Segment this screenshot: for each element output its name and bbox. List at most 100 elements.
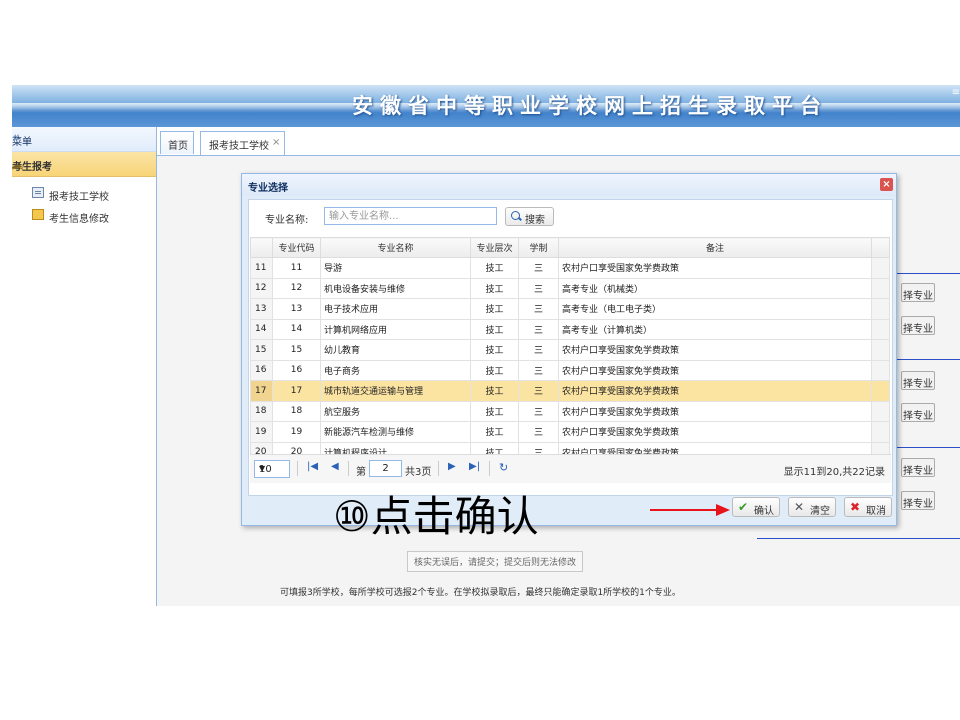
row-number-cell: 14 <box>250 318 273 340</box>
major-name-cell: 电子商务 <box>320 359 471 381</box>
select-major-button[interactable]: 择专业 <box>901 491 935 510</box>
column-header[interactable]: 备注 <box>558 237 872 258</box>
scrollbar-track[interactable] <box>871 359 890 381</box>
major-note-cell: 农村户口享受国家免学费政策 <box>558 257 872 279</box>
divider <box>897 447 960 448</box>
search-button[interactable]: 搜索 <box>505 207 554 226</box>
check-icon: ✔ <box>738 500 749 514</box>
major-table: 专业代码 专业名称 专业层次 学制 备注 11 11 导游 技工三农村户口享受国家免学… <box>250 237 890 463</box>
scrollbar-track[interactable] <box>871 421 890 443</box>
select-major-button[interactable]: 择专业 <box>901 316 935 335</box>
table-row[interactable]: 18 18 航空服务 技工三农村户口享受国家免学费政策 <box>250 400 890 422</box>
close-icon[interactable]: × <box>880 178 893 191</box>
select-major-button[interactable]: 择专业 <box>901 283 935 302</box>
table-row[interactable]: 11 11 导游 技工三农村户口享受国家免学费政策 <box>250 257 890 279</box>
page-number-input[interactable]: 2 <box>369 460 402 477</box>
major-level-cell: 技工 <box>470 380 519 402</box>
scrollbar-track[interactable] <box>871 257 890 279</box>
column-header[interactable]: 学制 <box>518 237 559 258</box>
sidebar-item-label: 考生信息修改 <box>49 214 109 225</box>
major-years-cell: 三 <box>518 400 559 422</box>
dialog-header: 专业选择 × <box>242 174 896 196</box>
divider <box>897 359 960 360</box>
major-years-cell: 三 <box>518 359 559 381</box>
major-select-dialog: 专业选择 × 专业名称: 搜索 专业代码 专业名称 专业层次 学制 备注 <box>241 173 897 526</box>
submit-note-button[interactable]: 核实无误后，请提交；提交后则无法修改 <box>407 551 584 572</box>
table-row[interactable]: 12 12 机电设备安装与维修 技工三高考专业（机械类） <box>250 277 890 299</box>
list-icon <box>32 187 44 198</box>
major-name-cell: 机电设备安装与维修 <box>320 277 471 299</box>
column-header[interactable]: 专业代码 <box>272 237 321 258</box>
chevron-down-icon: ▼ <box>259 464 266 473</box>
tab-label: 报考技工学校 <box>209 141 269 152</box>
confirm-button[interactable]: ✔ 确认 <box>732 497 780 517</box>
column-header[interactable]: 专业层次 <box>470 237 519 258</box>
major-code-cell: 17 <box>272 380 321 402</box>
column-header[interactable]: 专业名称 <box>320 237 471 258</box>
table-header-row: 专业代码 专业名称 专业层次 学制 备注 <box>250 237 890 258</box>
double-chevron-up-icon[interactable]: ︽ <box>12 156 150 172</box>
major-code-cell: 19 <box>272 421 321 443</box>
major-note-cell: 高考专业（机械类） <box>558 277 872 299</box>
scrollbar-track[interactable] <box>871 400 890 422</box>
scrollbar-track[interactable] <box>871 318 890 340</box>
select-major-button[interactable]: 择专业 <box>901 403 935 422</box>
close-icon[interactable]: × <box>272 137 280 148</box>
refresh-icon[interactable]: ↻ <box>499 461 508 474</box>
pagination-bar: 10 ▼ |◀ ◀ 第 2 共3页 ▶ ▶| ↻ 显示11到20,共22记录 <box>250 454 891 483</box>
sidebar-item-apply-school[interactable]: 报考技工学校 <box>32 183 156 205</box>
column-header <box>250 237 273 258</box>
next-page-icon[interactable]: ▶ <box>448 461 456 472</box>
row-number-cell: 16 <box>250 359 273 381</box>
major-level-cell: 技工 <box>470 318 519 340</box>
select-major-button[interactable]: 择专业 <box>901 371 935 390</box>
separator <box>348 461 349 476</box>
scrollbar-track[interactable] <box>871 339 890 361</box>
tab-apply-school[interactable]: 报考技工学校 × <box>200 131 285 155</box>
major-level-cell: 技工 <box>470 339 519 361</box>
major-years-cell: 三 <box>518 298 559 320</box>
scrollbar-track[interactable] <box>871 298 890 320</box>
major-code-cell: 13 <box>272 298 321 320</box>
scrollbar-track[interactable] <box>871 380 890 402</box>
major-note-cell: 农村户口享受国家免学费政策 <box>558 339 872 361</box>
arrow-right-icon <box>650 504 730 516</box>
major-note-cell: 高考专业（计算机类） <box>558 318 872 340</box>
sidebar-group-exam[interactable]: 考生报考 ︽ <box>12 152 156 177</box>
prev-page-icon[interactable]: ◀ <box>331 461 339 472</box>
first-page-icon[interactable]: |◀ <box>307 461 318 472</box>
major-code-cell: 11 <box>272 257 321 279</box>
major-name-cell: 新能源汽车检测与维修 <box>320 421 471 443</box>
major-level-cell: 技工 <box>470 277 519 299</box>
row-number-cell: 11 <box>250 257 273 279</box>
scrollbar-header <box>871 237 890 258</box>
menu-icon[interactable]: ≡ <box>952 87 960 98</box>
search-input[interactable] <box>324 207 497 225</box>
select-major-button[interactable]: 择专业 <box>901 458 935 477</box>
tab-home[interactable]: 首页 <box>160 131 194 154</box>
table-row[interactable]: 15 15 幼儿教育 技工三农村户口享受国家免学费政策 <box>250 339 890 361</box>
page-total: 共3页 <box>405 467 432 478</box>
major-code-cell: 14 <box>272 318 321 340</box>
major-code-cell: 18 <box>272 400 321 422</box>
scrollbar-track[interactable] <box>871 277 890 299</box>
table-row[interactable]: 19 19 新能源汽车检测与维修 技工三农村户口享受国家免学费政策 <box>250 421 890 443</box>
major-level-cell: 技工 <box>470 421 519 443</box>
major-note-cell: 农村户口享受国家免学费政策 <box>558 359 872 381</box>
table-row[interactable]: 17 17 城市轨道交通运输与管理 技工三农村户口享受国家免学费政策 <box>250 380 890 402</box>
x-icon: ✕ <box>794 500 805 514</box>
table-row[interactable]: 13 13 电子技术应用 技工三高考专业（电工电子类） <box>250 298 890 320</box>
clear-button[interactable]: ✕ 清空 <box>788 497 836 517</box>
major-code-cell: 15 <box>272 339 321 361</box>
last-page-icon[interactable]: ▶| <box>469 461 480 472</box>
edit-icon <box>32 209 44 220</box>
cancel-button[interactable]: ✖ 取消 <box>844 497 892 517</box>
table-row[interactable]: 14 14 计算机网络应用 技工三高考专业（计算机类） <box>250 318 890 340</box>
double-chevron-left-icon[interactable]: « <box>12 130 150 145</box>
sidebar-item-edit-info[interactable]: 考生信息修改 <box>32 205 156 227</box>
divider <box>757 538 960 539</box>
separator <box>438 461 439 476</box>
page-size-select[interactable]: 10 ▼ <box>254 460 290 478</box>
table-row[interactable]: 16 16 电子商务 技工三农村户口享受国家免学费政策 <box>250 359 890 381</box>
clear-button-label: 清空 <box>810 506 830 517</box>
